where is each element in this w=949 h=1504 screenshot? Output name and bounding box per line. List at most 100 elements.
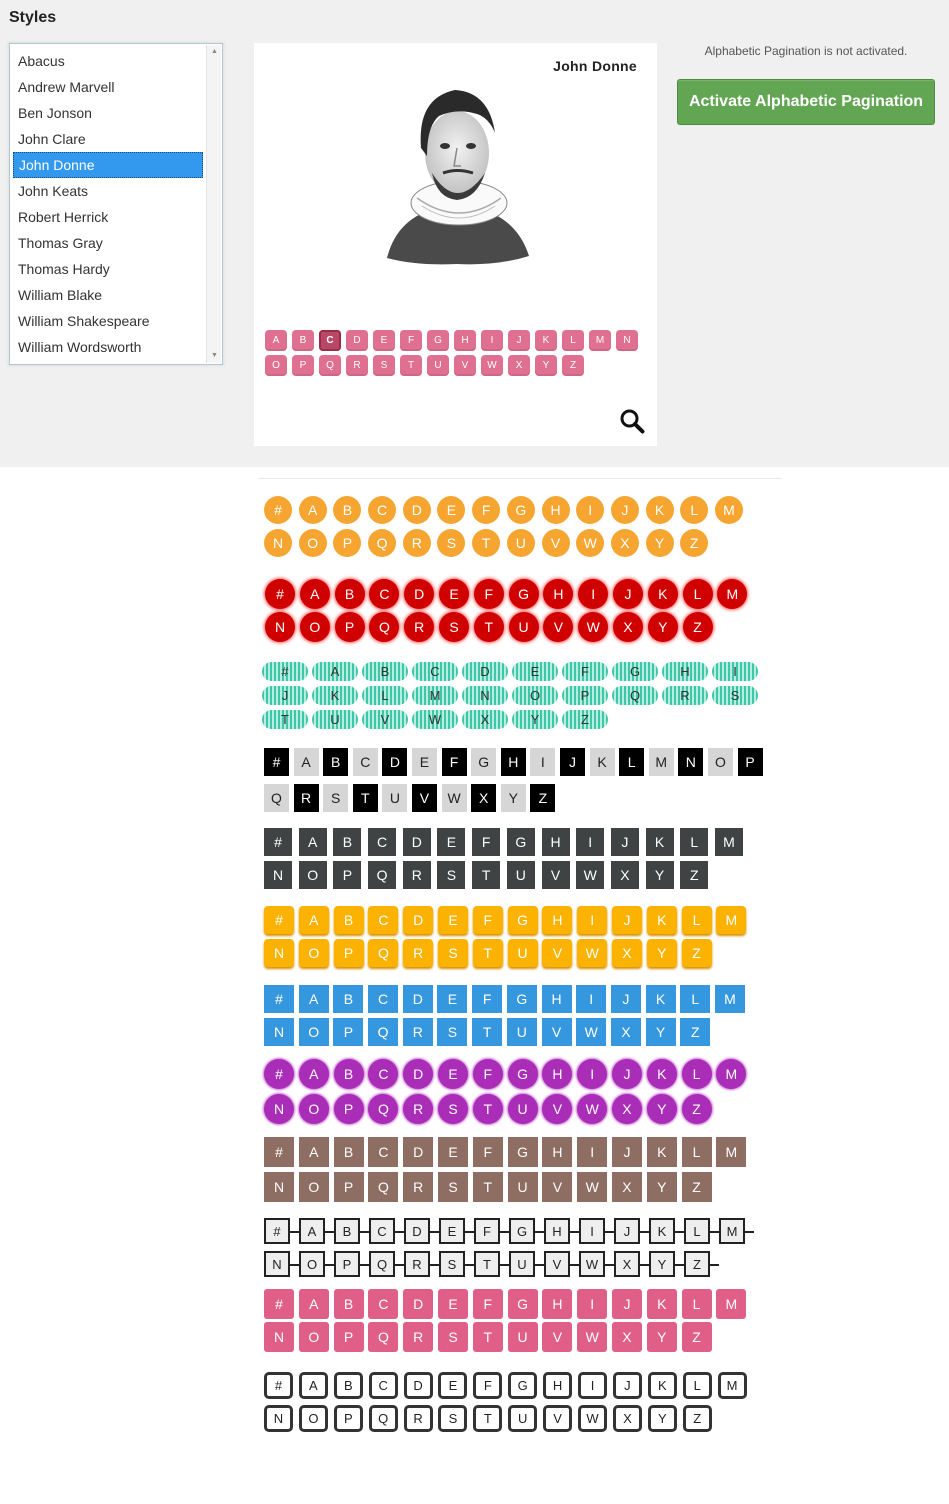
letter-link[interactable]: W [578,612,609,642]
letter-link[interactable]: Z [682,612,713,642]
letter-link[interactable]: E [437,828,466,856]
style-option[interactable]: John Keats [13,178,203,204]
letter-link[interactable]: D [403,1059,434,1089]
style-option[interactable]: John Clare [13,126,203,152]
letter-link[interactable]: R [403,1172,434,1202]
letter-link[interactable]: A [293,748,319,776]
letter-link[interactable]: L [619,748,645,776]
letter-link[interactable]: C [368,985,399,1013]
letter-link[interactable]: N [265,612,295,642]
letter-link[interactable]: P [333,1018,364,1046]
letter-link[interactable]: G [427,330,449,351]
letter-link[interactable]: V [541,1018,572,1046]
letter-link[interactable]: D [346,330,368,351]
letter-link[interactable]: V [543,612,574,642]
style-option[interactable]: William Wordsworth [13,334,203,360]
letter-link[interactable]: # [264,1059,294,1089]
letter-link[interactable]: D [382,748,408,776]
style-option[interactable]: Abacus [13,48,203,74]
letter-link[interactable]: L [681,1059,712,1089]
letter-link[interactable]: C [352,748,378,776]
letter-link[interactable]: C [368,1372,398,1399]
letter-link[interactable]: I [577,1137,608,1167]
letter-link[interactable]: K [646,1137,677,1167]
letter-link[interactable]: N [264,1322,294,1352]
search-icon[interactable] [619,408,645,434]
letter-link[interactable]: B [333,1289,364,1319]
letter-link[interactable]: T [400,355,422,376]
letter-link[interactable]: W [579,1251,614,1277]
letter-link[interactable]: A [298,1372,328,1399]
letter-link[interactable]: M [714,985,745,1013]
letter-link[interactable]: G [506,828,535,856]
letter-link[interactable]: U [508,612,539,642]
letter-link[interactable]: # [264,828,292,856]
letter-link[interactable]: L [680,496,709,524]
letter-link[interactable]: A [298,1137,329,1167]
letter-link[interactable]: D [462,662,508,681]
style-option[interactable]: Robert Herrick [13,204,203,230]
letter-link[interactable]: O [298,1405,328,1432]
letter-link[interactable]: O [512,686,558,705]
style-option[interactable]: John Donne [13,152,203,178]
letter-link[interactable]: L [682,1372,712,1399]
letter-link[interactable]: U [506,529,535,557]
letter-link[interactable]: I [577,906,608,934]
letter-link[interactable]: J [508,330,530,351]
letter-link[interactable]: J [612,1372,642,1399]
letter-link[interactable]: K [589,748,615,776]
letter-link[interactable]: L [684,1218,719,1244]
letter-link[interactable]: Z [680,1018,711,1046]
letter-link[interactable]: A [298,828,327,856]
letter-link[interactable]: X [610,529,639,557]
letter-link[interactable]: N [264,1018,294,1046]
letter-link[interactable]: T [472,861,501,889]
letter-link[interactable]: H [454,330,476,351]
letter-link[interactable]: S [437,529,466,557]
letter-link[interactable]: A [298,1059,329,1089]
letter-link[interactable]: P [333,939,364,967]
letter-link[interactable]: T [472,1322,503,1352]
letter-link[interactable]: K [645,828,674,856]
letter-link[interactable]: D [402,985,433,1013]
letter-link[interactable]: P [333,1322,364,1352]
letter-link[interactable]: # [264,496,292,524]
letter-link[interactable]: G [506,985,537,1013]
letter-link[interactable]: # [264,985,294,1013]
letter-link[interactable]: # [265,579,295,609]
letter-link[interactable]: O [298,1322,329,1352]
letter-link[interactable]: V [542,1322,573,1352]
letter-link[interactable]: E [437,1059,468,1089]
letter-link[interactable]: U [507,1094,538,1124]
letter-link[interactable]: Y [645,861,674,889]
letter-link[interactable]: Z [530,784,556,812]
letter-link[interactable]: L [562,330,584,351]
letter-link[interactable]: H [542,1059,573,1089]
letter-link[interactable]: V [543,1405,573,1432]
letter-link[interactable]: C [368,496,397,524]
letter-link[interactable]: Y [645,1018,676,1046]
letter-link[interactable]: G [507,1137,538,1167]
letter-link[interactable]: G [612,662,658,681]
letter-link[interactable]: O [298,1094,329,1124]
letter-link[interactable]: R [404,612,435,642]
letter-link[interactable]: X [611,939,642,967]
letter-link[interactable]: P [333,1405,363,1432]
letter-link[interactable]: H [662,662,708,681]
letter-link[interactable]: Z [562,710,608,729]
letter-link[interactable]: A [299,579,330,609]
letter-link[interactable]: B [333,828,362,856]
letter-link[interactable]: D [403,1289,434,1319]
letter-link[interactable]: T [472,939,503,967]
letter-link[interactable]: N [264,861,292,889]
letter-link[interactable]: O [298,939,329,967]
letter-link[interactable]: B [333,985,364,1013]
letter-link[interactable]: Y [646,1094,677,1124]
letter-link[interactable]: N [264,1094,294,1124]
letter-link[interactable]: Z [681,1094,712,1124]
letter-link[interactable]: H [500,748,526,776]
letter-link[interactable]: M [716,906,747,934]
letter-link[interactable]: K [645,985,676,1013]
letter-link[interactable]: C [368,1059,399,1089]
letter-link[interactable]: G [508,1372,538,1399]
